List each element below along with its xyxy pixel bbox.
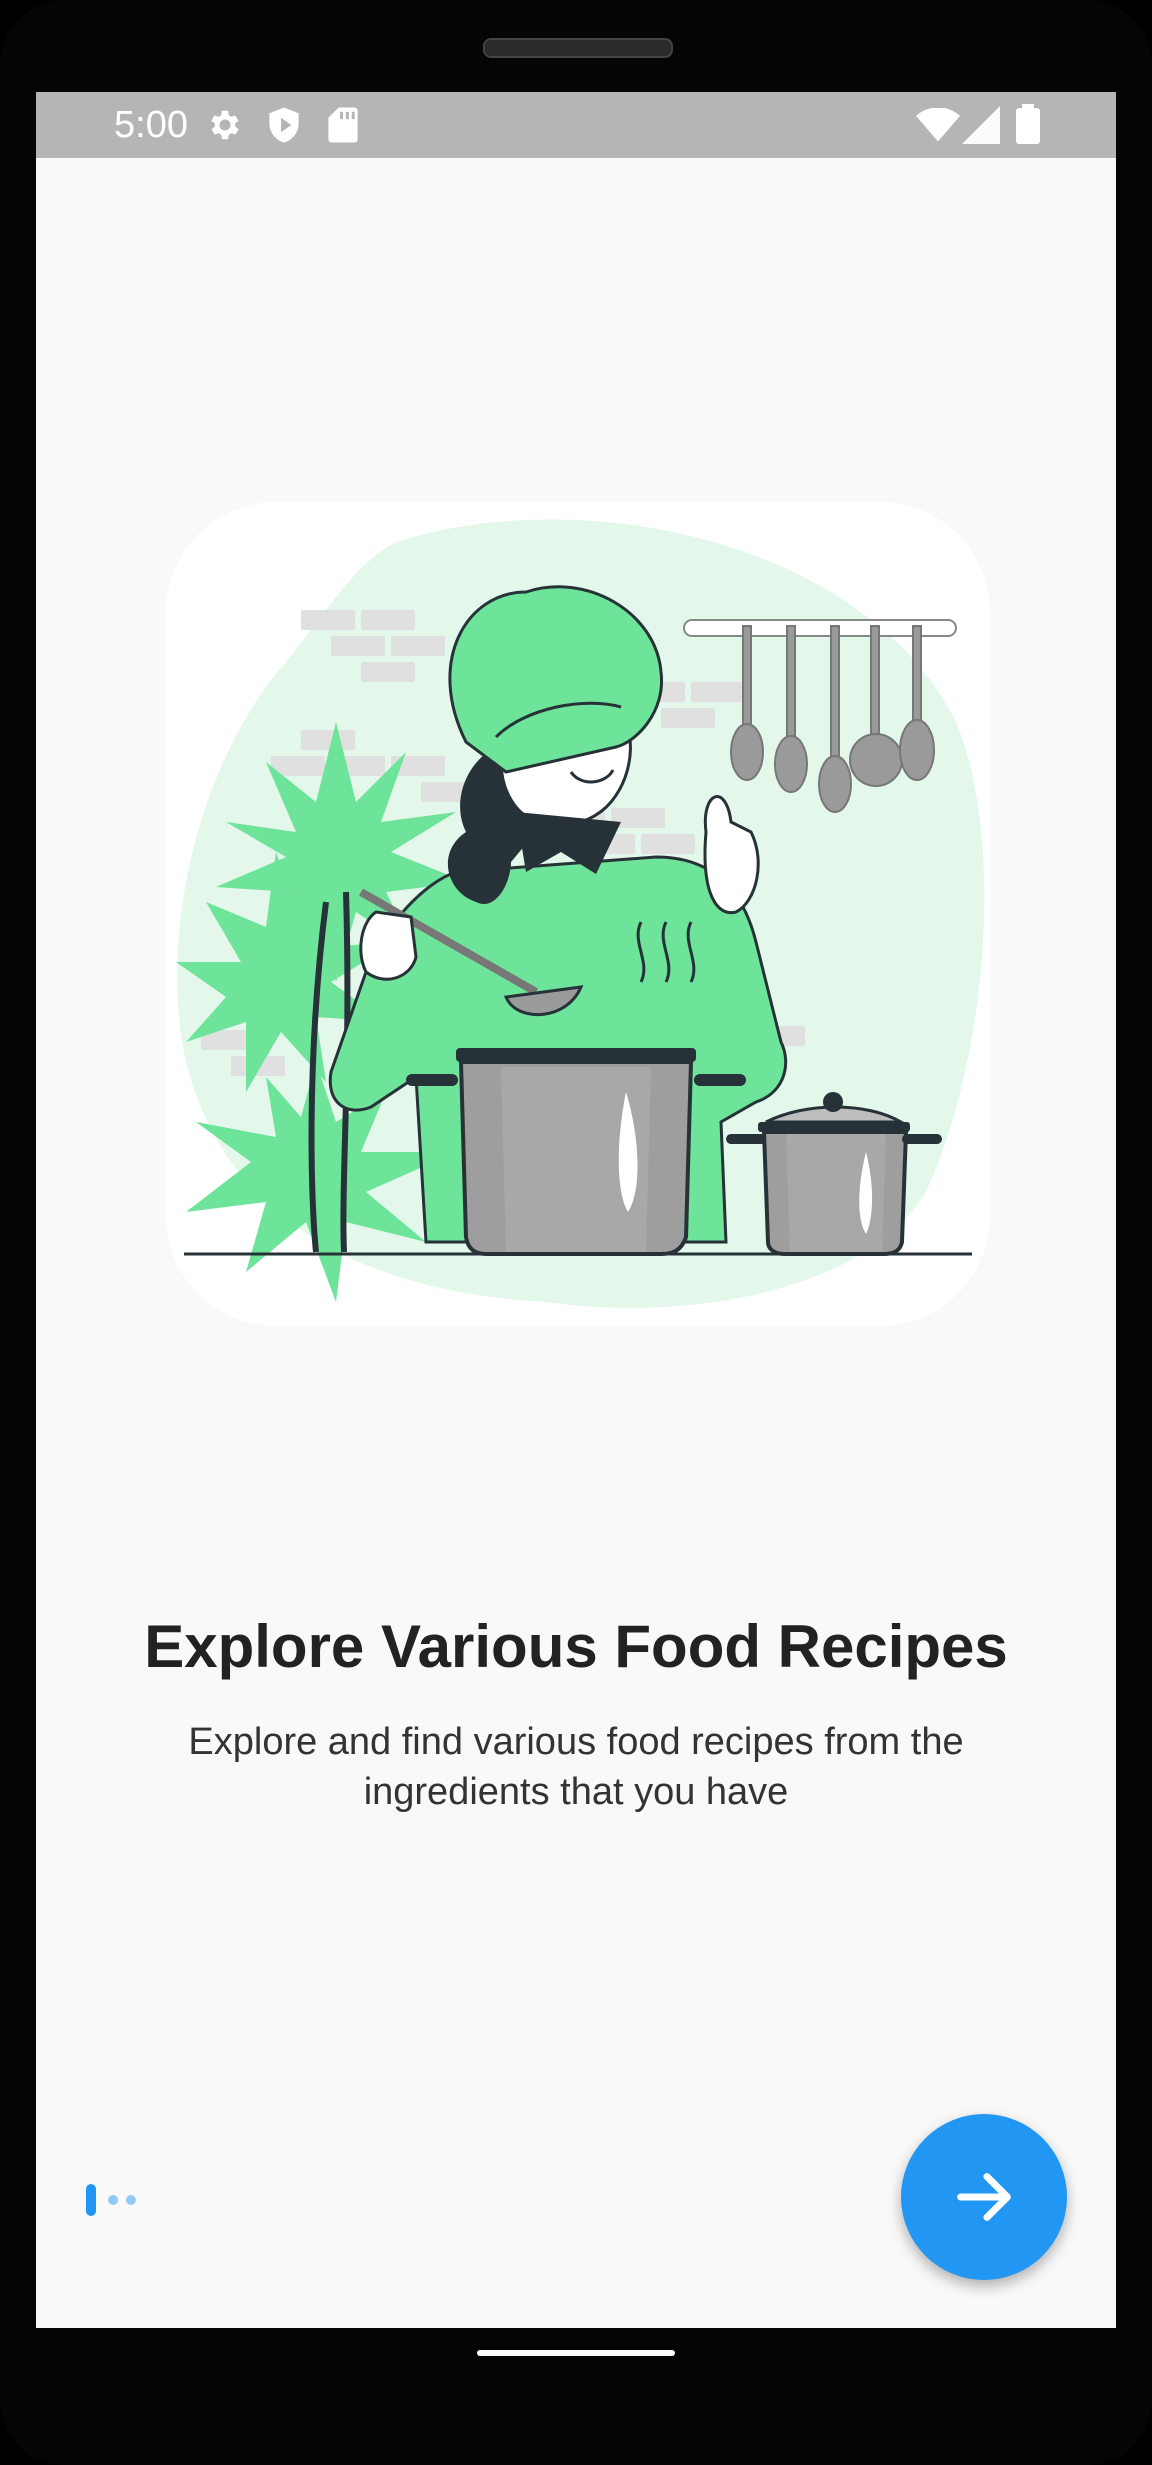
cooking-chef-illustration (176, 519, 985, 1308)
wifi-icon (916, 108, 960, 142)
page-dot-active (86, 2184, 96, 2216)
page-dot (126, 2195, 136, 2205)
phone-frame: 5:00 Explore Various Food Recipes Explor… (0, 0, 1152, 2465)
home-indicator[interactable] (477, 2350, 675, 2356)
status-time: 5:00 (114, 104, 188, 146)
next-button[interactable] (901, 2114, 1067, 2280)
arrow-right-icon (957, 2173, 1011, 2221)
earpiece-speaker (483, 38, 673, 58)
app-screen: 5:00 Explore Various Food Recipes Explor… (36, 92, 1116, 2328)
battery-icon (1016, 104, 1040, 144)
page-dot (108, 2195, 118, 2205)
onboarding-description: Explore and find various food recipes fr… (188, 1721, 964, 1813)
onboarding-title: Explore Various Food Recipes (144, 1613, 1008, 1680)
signal-icon (962, 106, 1000, 144)
chef-illustration (166, 502, 990, 1326)
status-bar: 5:00 (36, 92, 1116, 158)
shield-icon (269, 107, 299, 143)
gear-icon (211, 110, 239, 140)
sd-card-icon (328, 107, 358, 143)
